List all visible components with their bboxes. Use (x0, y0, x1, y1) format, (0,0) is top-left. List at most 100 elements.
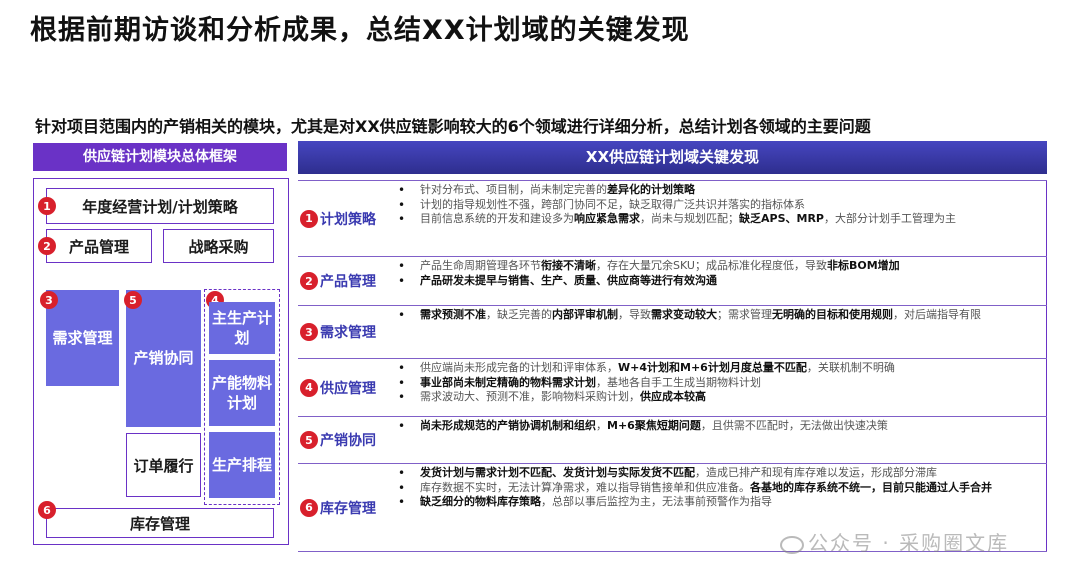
bullet-text: ，总部以事后监控为主，无法事前预警作为指导 (541, 495, 772, 508)
finding-bullet: 产品生命周期管理各环节衔接不清晰，存在大量冗余SKU；成品标准化程度低，导致非标… (398, 259, 1043, 274)
bullet-emphasis: M+6聚焦短期问题 (607, 419, 701, 432)
finding-row: 3需求管理需求预测不准，缺乏完善的内部评审机制，导致需求变动较大；需求管理无明确… (298, 305, 1047, 358)
bullet-text: 需求波动大、预测不准，影响物料采购计划， (420, 390, 640, 403)
finding-bullet: 针对分布式、项目制，尚未制定完善的差异化的计划策略 (398, 183, 1043, 198)
finding-row: 1计划策略针对分布式、项目制，尚未制定完善的差异化的计划策略计划的指导规划性不强… (298, 180, 1047, 256)
box-demand-mgmt: 需求管理 (46, 290, 119, 386)
finding-label-text: 需求管理 (320, 325, 376, 341)
bullet-emphasis: 事业部尚未制定精确的物料需求计划 (420, 375, 596, 389)
box-strategic-procurement: 战略采购 (163, 229, 274, 263)
bullet-emphasis: 内部评审机制 (552, 308, 618, 321)
finding-bullet: 产品研发未提早与销售、生产、质量、供应商等进行有效沟通 (398, 274, 1043, 289)
watermark: 公众号 · 采购圈文库 (780, 527, 1009, 556)
box-master-production: 主生产计划 (209, 302, 275, 354)
bullet-text: 目前信息系统的开发和建设多为 (420, 212, 574, 225)
bullet-text: ，基地各自手工生成当期物料计划 (596, 375, 761, 389)
bullet-emphasis: 有效沟通 (673, 273, 717, 287)
finding-bullet: 需求预测不准，缺乏完善的内部评审机制，导致需求变动较大；需求管理无明确的目标和使… (398, 308, 1043, 323)
bullet-emphasis: 无明确的目标和使用规则 (772, 308, 893, 321)
marker-3: 3 (40, 291, 58, 309)
bullet-emphasis: 缺乏APS、MRP (739, 212, 824, 225)
marker-1: 1 (38, 197, 56, 215)
box-production-scheduling: 生产排程 (209, 432, 275, 498)
bullet-emphasis: 缺乏细分的物料库存策略 (420, 495, 541, 508)
bullet-text: ，对后端指导有限 (893, 308, 981, 321)
marker-5: 5 (124, 291, 142, 309)
bullet-text: ，大部分计划手工管理为主 (823, 212, 956, 225)
box-product-mgmt: 产品管理 (46, 229, 152, 263)
bullet-emphasis: W+4计划和M+6计划月度总量不匹配 (618, 361, 807, 374)
finding-row: 2产品管理产品生命周期管理各环节衔接不清晰，存在大量冗余SKU；成品标准化程度低… (298, 256, 1047, 305)
box-annual-plan: 年度经营计划/计划策略 (46, 188, 274, 224)
watermark-text: 公众号 · 采购圈文库 (808, 531, 1010, 555)
bullet-emphasis: 发货计划与需求计划不匹配、发货计划与实际发货不匹配 (420, 466, 695, 479)
bullet-text: 计划的指导规划性不强，跨部门协同不足，缺乏取得广泛共识并落实的指标体系 (420, 197, 805, 211)
finding-bullets: 产品生命周期管理各环节衔接不清晰，存在大量冗余SKU；成品标准化程度低，导致非标… (398, 259, 1043, 288)
box-sop: 产销协同 (126, 290, 201, 427)
finding-label: 5 产销协同 (298, 417, 390, 463)
finding-bullet: 供应端尚未形成完备的计划和评审体系，W+4计划和M+6计划月度总量不匹配，关联机… (398, 361, 1043, 376)
box-order-fulfillment: 订单履行 (126, 433, 201, 497)
bullet-text: 产品生命周期管理各环节 (420, 259, 541, 272)
bullet-text: ，关联机制不明确 (806, 361, 895, 374)
framework-header: 供应链计划模块总体框架 (33, 143, 287, 171)
finding-label-text: 计划策略 (320, 211, 376, 228)
findings-header: XX供应链计划域关键发现 (298, 141, 1047, 174)
finding-number: 5 (300, 431, 318, 449)
bullet-emphasis: 响应紧急需求 (574, 212, 640, 225)
wechat-icon (780, 535, 804, 554)
finding-bullets: 尚未形成规范的产销协调机制和组织，M+6聚焦短期问题，且供需不匹配时，无法做出快… (398, 419, 1043, 434)
bullet-text: ，存在大量冗余SKU；成品标准化程度低，导致 (596, 259, 827, 272)
bullet-text: ，缺乏完善的 (486, 308, 552, 321)
box-inventory-mgmt: 库存管理 (46, 508, 274, 538)
finding-label-text: 产品管理 (320, 274, 376, 290)
finding-row: 4供应管理 供应端尚未形成完备的计划和评审体系，W+4计划和M+6计划月度总量不匹… (298, 358, 1047, 416)
bullet-text: ，尚未与规划匹配； (640, 212, 739, 225)
box-capacity-material: 产能物料计划 (209, 360, 275, 426)
bullet-text: ，造成已排产和现有库存难以发运，形成部分滞库 (695, 466, 937, 479)
finding-bullets: 需求预测不准，缺乏完善的内部评审机制，导致需求变动较大；需求管理无明确的目标和使… (398, 308, 1043, 323)
bullet-text: 针对分布式、项目制，尚未制定完善的 (420, 183, 607, 196)
finding-bullet: 事业部尚未制定精确的物料需求计划，基地各自手工生成当期物料计划 (398, 376, 1043, 391)
bullet-emphasis: 各基地的库存系统不统一，目前只能通过人手合并 (750, 480, 992, 494)
bullet-emphasis: 差异化的计划策略 (607, 183, 695, 196)
bullet-emphasis: 供应成本较高 (640, 390, 706, 403)
page-subtitle: 针对项目范围内的产销相关的模块，尤其是对XX供应链影响较大的6个领域进行详细分析… (35, 117, 871, 136)
finding-row: 5产销协同尚未形成规范的产销协调机制和组织，M+6聚焦短期问题，且供需不匹配时，… (298, 416, 1047, 463)
finding-bullet: 计划的指导规划性不强，跨部门协同不足，缺乏取得广泛共识并落实的指标体系 (398, 198, 1043, 213)
marker-2: 2 (38, 237, 56, 255)
bullet-text: ；需求管理 (717, 308, 772, 321)
finding-number: 6 (300, 498, 318, 517)
finding-bullets: 发货计划与需求计划不匹配、发货计划与实际发货不匹配，造成已排产和现有库存难以发运… (398, 466, 1043, 510)
finding-bullet: 缺乏细分的物料库存策略，总部以事后监控为主，无法事前预警作为指导 (398, 495, 1043, 510)
finding-label: 3 需求管理 (298, 306, 390, 358)
marker-6: 6 (38, 501, 56, 519)
finding-label-text: 供应管理 (320, 380, 376, 397)
bullet-emphasis: 需求变动较大 (651, 308, 717, 321)
finding-bullets: 针对分布式、项目制，尚未制定完善的差异化的计划策略计划的指导规划性不强，跨部门协… (398, 183, 1043, 227)
finding-number: 1 (300, 209, 318, 228)
finding-bullet: 库存数据不实时，无法计算净需求，难以指导销售接单和供应准备。各基地的库存系统不统… (398, 481, 1043, 496)
finding-label: 1 计划策略 (298, 181, 390, 256)
bullet-emphasis: 尚未形成规范的产销协调机制和组织 (420, 419, 596, 432)
bullet-emphasis: 衔接不清晰 (541, 259, 596, 272)
bullet-emphasis: 非标BOM增加 (826, 259, 900, 272)
finding-label-text: 产销协同 (320, 433, 376, 449)
page-title: 根据前期访谈和分析成果，总结XX计划域的关键发现 (30, 15, 690, 46)
finding-label-text: 库存管理 (320, 500, 376, 517)
finding-number: 4 (300, 378, 318, 397)
bullet-text: ， (596, 419, 607, 432)
bullet-text: ，导致 (618, 308, 651, 321)
finding-bullet: 目前信息系统的开发和建设多为响应紧急需求，尚未与规划匹配；缺乏APS、MRP，大… (398, 212, 1043, 227)
finding-label: 6 库存管理 (298, 464, 390, 551)
bullet-emphasis: 产品研发未提早与销售、生产、质量、供应商等进行 (420, 273, 673, 287)
bullet-text: 库存数据不实时，无法计算净需求，难以指导销售接单和供应准备。 (420, 480, 750, 494)
finding-bullet: 发货计划与需求计划不匹配、发货计划与实际发货不匹配，造成已排产和现有库存难以发运… (398, 466, 1043, 481)
bullet-text: ，且供需不匹配时，无法做出快速决策 (700, 419, 888, 432)
finding-bullet: 尚未形成规范的产销协调机制和组织，M+6聚焦短期问题，且供需不匹配时，无法做出快… (398, 419, 1043, 434)
finding-number: 3 (300, 323, 318, 341)
bullet-text: 供应端尚未形成完备的计划和评审体系， (420, 361, 618, 374)
finding-bullets: 供应端尚未形成完备的计划和评审体系，W+4计划和M+6计划月度总量不匹配，关联机… (398, 361, 1043, 405)
bullet-emphasis: 需求预测不准 (420, 308, 486, 321)
finding-bullet: 需求波动大、预测不准，影响物料采购计划，供应成本较高 (398, 390, 1043, 405)
